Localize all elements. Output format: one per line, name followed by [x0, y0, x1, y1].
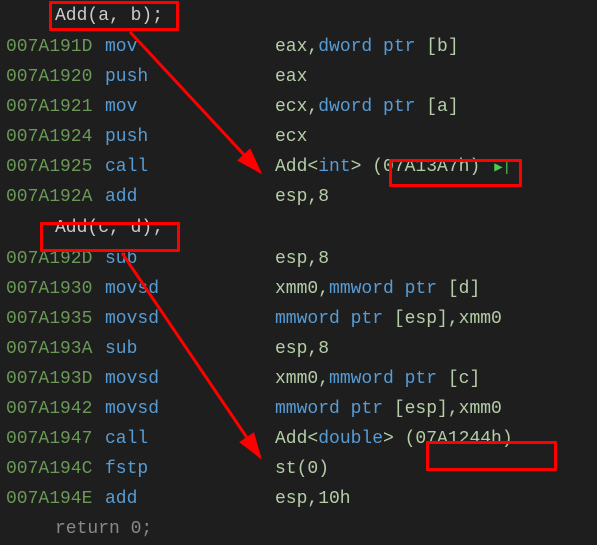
operand-keyword: int	[318, 157, 350, 177]
mnemonic: sub	[105, 249, 275, 269]
source-line-add-ab: Add(a, b);	[0, 0, 597, 32]
address: 007A1947	[0, 429, 105, 449]
operands: esp,8	[275, 249, 597, 269]
operands: esp,8	[275, 339, 597, 359]
operands: ecx	[275, 127, 597, 147]
mnemonic: call	[105, 157, 275, 177]
operand-pre: Add<	[275, 157, 318, 177]
operand-post: [esp],xmm0	[394, 309, 502, 329]
mnemonic: add	[105, 187, 275, 207]
mnemonic: sub	[105, 339, 275, 359]
address: 007A1930	[0, 279, 105, 299]
asm-line[interactable]: 007A1935movsdmmword ptr [esp],xmm0	[0, 304, 597, 334]
asm-line[interactable]: 007A192Dsubesp,8	[0, 244, 597, 274]
operands: ecx,dword ptr [a]	[275, 97, 597, 117]
address: 007A1942	[0, 399, 105, 419]
execution-pointer-icon: ▶|	[494, 159, 511, 176]
operand-keyword: dword ptr	[318, 37, 426, 57]
operands: esp,8	[275, 187, 597, 207]
address: 007A1935	[0, 309, 105, 329]
operand-keyword: double	[318, 429, 383, 449]
operand-pre: eax,	[275, 37, 318, 57]
operands: xmm0,mmword ptr [c]	[275, 369, 597, 389]
mnemonic: movsd	[105, 369, 275, 389]
operand-pre: eax	[275, 67, 307, 87]
operand-pre: esp,10h	[275, 489, 351, 509]
asm-line[interactable]: 007A193Dmovsdxmm0,mmword ptr [c]	[0, 364, 597, 394]
address: 007A194E	[0, 489, 105, 509]
operand-keyword: mmword ptr	[329, 369, 448, 389]
address: 007A1925	[0, 157, 105, 177]
mnemonic: movsd	[105, 279, 275, 299]
address: 007A191D	[0, 37, 105, 57]
asm-line[interactable]: 007A192Aaddesp,8	[0, 182, 597, 212]
operand-post: > (07A1244h)	[383, 429, 513, 449]
source-line-add-ab-text: Add(a, b);	[55, 6, 163, 26]
operand-post: > (07A13A7h)	[351, 157, 481, 177]
return-text: return 0;	[55, 519, 152, 539]
mnemonic: movsd	[105, 399, 275, 419]
mnemonic: mov	[105, 97, 275, 117]
operand-post: [esp],xmm0	[394, 399, 502, 419]
asm-line[interactable]: 007A1947callAdd<double> (07A1244h)	[0, 424, 597, 454]
operand-keyword: dword ptr	[318, 97, 426, 117]
asm-line[interactable]: 007A1930movsdxmm0,mmword ptr [d]	[0, 274, 597, 304]
operand-post: [d]	[448, 279, 480, 299]
address: 007A1924	[0, 127, 105, 147]
address: 007A1921	[0, 97, 105, 117]
operands: eax	[275, 67, 597, 87]
operands: xmm0,mmword ptr [d]	[275, 279, 597, 299]
asm-line[interactable]: 007A1942movsdmmword ptr [esp],xmm0	[0, 394, 597, 424]
operand-pre: Add<	[275, 429, 318, 449]
mnemonic: movsd	[105, 309, 275, 329]
operands: mmword ptr [esp],xmm0	[275, 309, 597, 329]
operand-post: [a]	[426, 97, 458, 117]
operands: esp,10h	[275, 489, 597, 509]
asm-line[interactable]: 007A1924pushecx	[0, 122, 597, 152]
operand-pre: esp,8	[275, 339, 329, 359]
operands: st(0)	[275, 459, 597, 479]
address: 007A193A	[0, 339, 105, 359]
address: 007A192D	[0, 249, 105, 269]
operand-pre: xmm0,	[275, 279, 329, 299]
operands: mmword ptr [esp],xmm0	[275, 399, 597, 419]
asm-line[interactable]: 007A1921movecx,dword ptr [a]	[0, 92, 597, 122]
mnemonic: add	[105, 489, 275, 509]
operand-keyword: mmword ptr	[275, 309, 394, 329]
address: 007A192A	[0, 187, 105, 207]
asm-line[interactable]: 007A194Eaddesp,10h	[0, 484, 597, 514]
operands: eax,dword ptr [b]	[275, 37, 597, 57]
address: 007A193D	[0, 369, 105, 389]
operand-pre: ecx,	[275, 97, 318, 117]
operand-post: [c]	[448, 369, 480, 389]
operand-pre: esp,8	[275, 249, 329, 269]
operand-post: [b]	[426, 37, 458, 57]
operand-pre: esp,8	[275, 187, 329, 207]
asm-line[interactable]: 007A194Cfstpst(0)	[0, 454, 597, 484]
address: 007A1920	[0, 67, 105, 87]
address: 007A194C	[0, 459, 105, 479]
source-line-add-cd-text: Add(c, d);	[55, 218, 163, 238]
mnemonic: push	[105, 127, 275, 147]
asm-line[interactable]: 007A1925callAdd<int> (07A13A7h) ▶|	[0, 152, 597, 182]
return-line: return 0;	[0, 514, 597, 544]
asm-line[interactable]: 007A1920pusheax	[0, 62, 597, 92]
operand-pre: ecx	[275, 127, 307, 147]
operand-pre: st(0)	[275, 459, 329, 479]
operand-keyword: mmword ptr	[275, 399, 394, 419]
mnemonic: push	[105, 67, 275, 87]
mnemonic: fstp	[105, 459, 275, 479]
source-line-add-cd: Add(c, d);	[0, 212, 597, 244]
operands: Add<int> (07A13A7h) ▶|	[275, 157, 597, 177]
operand-keyword: mmword ptr	[329, 279, 448, 299]
asm-line[interactable]: 007A193Asubesp,8	[0, 334, 597, 364]
mnemonic: mov	[105, 37, 275, 57]
mnemonic: call	[105, 429, 275, 449]
asm-line[interactable]: 007A191Dmoveax,dword ptr [b]	[0, 32, 597, 62]
operand-pre: xmm0,	[275, 369, 329, 389]
operands: Add<double> (07A1244h)	[275, 429, 597, 449]
